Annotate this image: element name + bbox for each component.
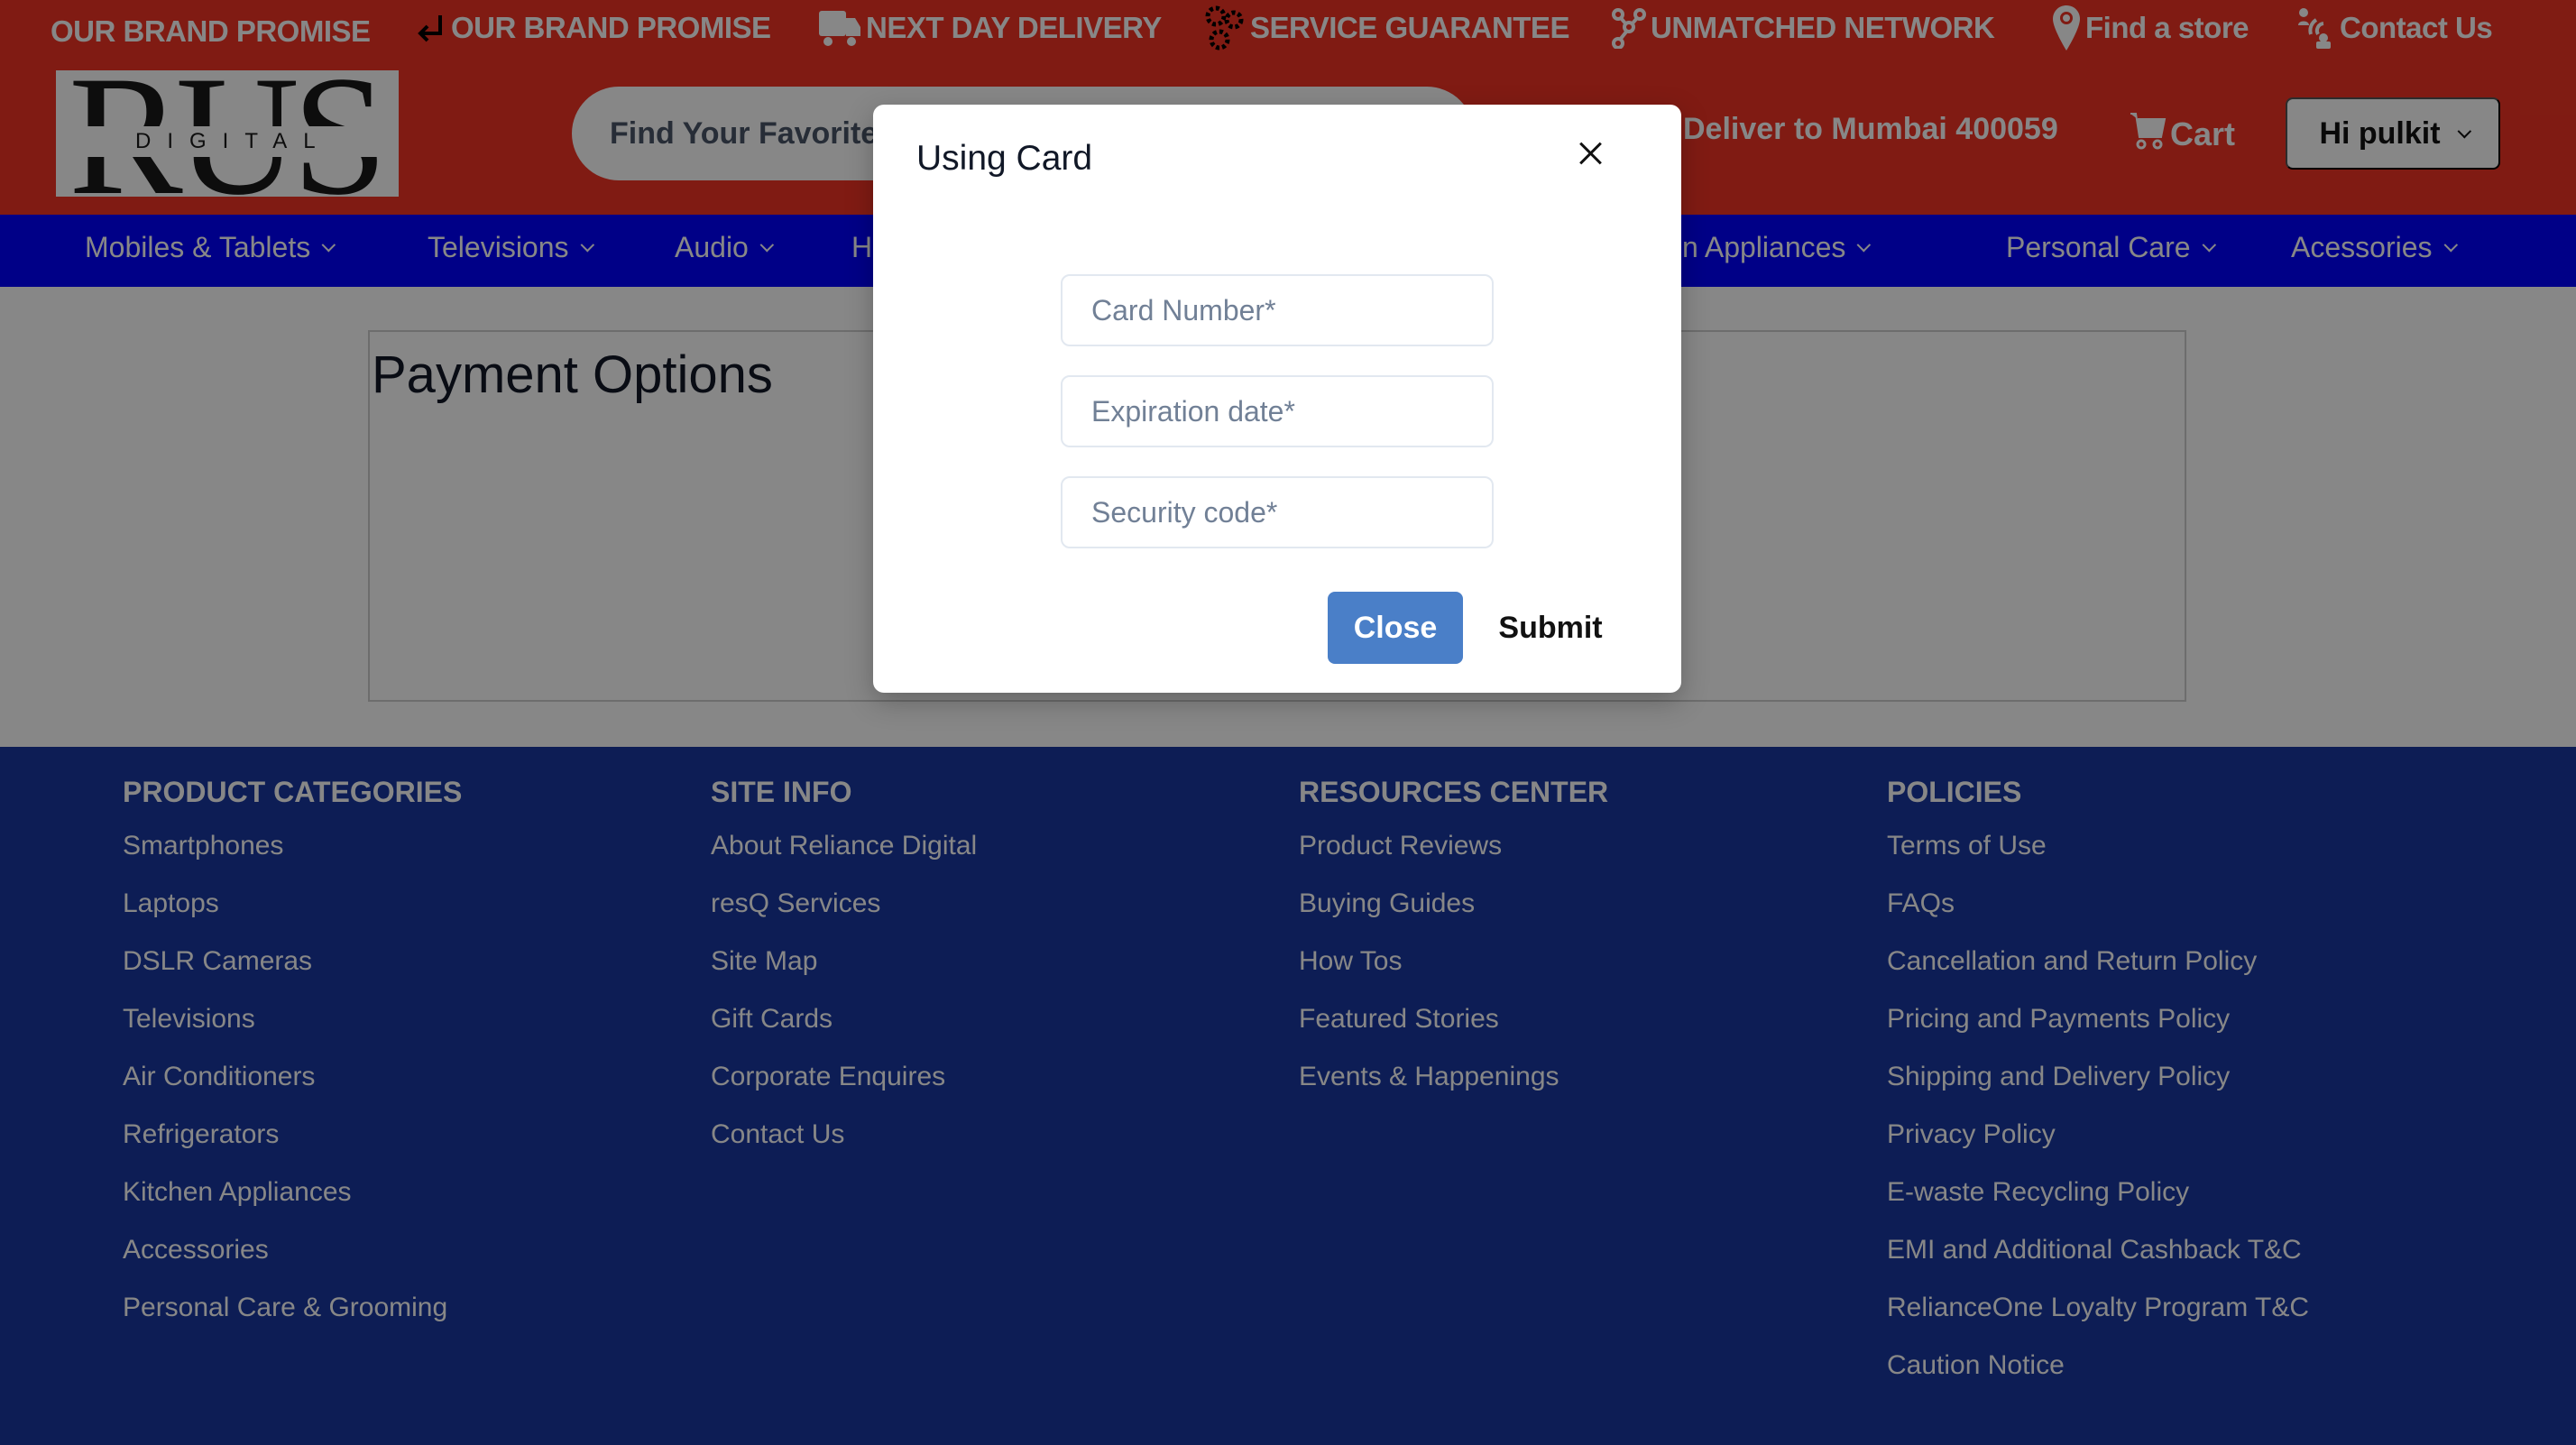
card-payment-modal: Using Card Close Submit (873, 105, 1681, 693)
modal-title: Using Card (916, 139, 1093, 178)
security-code-input[interactable] (1061, 476, 1494, 548)
close-button[interactable]: Close (1328, 592, 1463, 664)
close-icon[interactable] (1569, 132, 1613, 175)
expiration-date-input[interactable] (1061, 375, 1494, 447)
card-number-input[interactable] (1061, 274, 1494, 346)
submit-button[interactable]: Submit (1483, 592, 1618, 664)
